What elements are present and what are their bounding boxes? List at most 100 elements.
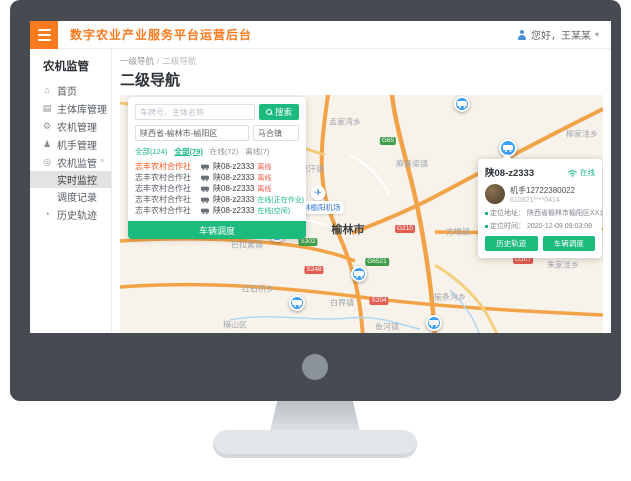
monitor-frame: 数字农业产业服务平台运营后台 您好，王某某 ▾ 农机监管 ⌂首页▤主体库管理⚙农… bbox=[10, 0, 621, 401]
search-button[interactable]: 搜索 bbox=[259, 104, 299, 120]
vehicle-plate: 陕08-z2333 bbox=[213, 172, 254, 183]
map-town-label: 红石桥乡 bbox=[242, 284, 274, 295]
monitor-camera-dot bbox=[302, 354, 328, 380]
popup-address: 陕西省榆林市榆阳区XX公司 bbox=[527, 208, 603, 218]
filter-tab[interactable]: 离线(7) bbox=[245, 146, 269, 157]
map-town-label: 柳家洼乡 bbox=[566, 129, 598, 140]
tractor-icon bbox=[429, 319, 439, 327]
chevron-up-icon: ^ bbox=[100, 158, 111, 167]
map-town-label: 麻黄梁镇 bbox=[396, 159, 428, 170]
bullet-icon bbox=[485, 225, 488, 228]
vehicle-org: 志丰农村合作社 bbox=[135, 183, 197, 194]
map-town-label: 巴拉素镇 bbox=[231, 240, 263, 251]
map-town-label: 横山区 bbox=[223, 320, 247, 331]
breadcrumb: 一级导航/二级导航 bbox=[120, 55, 603, 66]
bullet-icon bbox=[485, 212, 488, 215]
map-canvas[interactable]: G65G210G6521S302S248S204G307孟家湾乡小纪汗镇麻黄梁镇… bbox=[120, 95, 603, 333]
vehicle-org: 志丰农村合作社 bbox=[135, 172, 197, 183]
monitor-stand-neck bbox=[270, 401, 360, 431]
popup-address-row: 定位地址：陕西省榆林市榆阳区XX公司 bbox=[485, 208, 595, 218]
sidebar-item-label: 机手管理 bbox=[57, 137, 97, 152]
sidebar-item-机手管理[interactable]: ♟ 机手管理 bbox=[30, 135, 111, 153]
popup-online-status: 在线 bbox=[580, 167, 595, 178]
app-window: 数字农业产业服务平台运营后台 您好，王某某 ▾ 农机监管 ⌂首页▤主体库管理⚙农… bbox=[30, 21, 611, 333]
vehicle-row[interactable]: 志丰农村合作社 陕08-z2333离线 bbox=[135, 183, 299, 194]
popup-dispatch-button[interactable]: 车辆调度 bbox=[543, 236, 596, 251]
keyword-input[interactable] bbox=[135, 104, 255, 120]
sidebar-item-历史轨迹[interactable]: ◔历史轨迹 bbox=[30, 205, 111, 223]
vehicle-plate: 陕08-z2333 bbox=[213, 194, 254, 205]
user-greeting: 您好，王某某 bbox=[531, 27, 591, 42]
map-town-label: 朱家洼乡 bbox=[547, 260, 579, 271]
vehicle-popup: 陕08-z2333 在线 机手12722380022 bbox=[478, 159, 602, 258]
sidebar-item-主体库管理[interactable]: ▤ 主体库管理 bbox=[30, 99, 111, 117]
vehicle-marker[interactable] bbox=[351, 266, 367, 282]
library-icon: ▤ bbox=[41, 103, 53, 114]
map-town-label: 鱼河镇 bbox=[375, 322, 399, 333]
vehicle-row[interactable]: 志丰农村合作社陕08-z2333在线(正在作业) bbox=[135, 194, 299, 205]
vehicle-status: 离线 bbox=[257, 173, 271, 183]
tractor-icon bbox=[503, 144, 513, 152]
sidebar-item-首页[interactable]: ⌂ 首页 bbox=[30, 81, 111, 99]
operator-icon: ♟ bbox=[41, 139, 53, 150]
driver-id: 610821****0414 bbox=[510, 197, 575, 204]
vehicle-marker[interactable] bbox=[426, 315, 442, 331]
dispatch-button[interactable]: 车辆调度 bbox=[128, 221, 306, 239]
driver-name: 机手12722380022 bbox=[510, 185, 575, 196]
breadcrumb-separator: / bbox=[157, 56, 159, 66]
home-icon: ⌂ bbox=[41, 85, 53, 95]
road-shield: G6521 bbox=[365, 258, 389, 266]
popup-time-row: 定位时间：2020-12-09 09:03:09 bbox=[485, 221, 595, 231]
tractor-icon bbox=[201, 207, 209, 213]
road-shield: G65 bbox=[380, 137, 396, 145]
monitor-icon: ◎ bbox=[41, 157, 53, 168]
map-town-label: 方塌镇 bbox=[446, 227, 470, 238]
road-shield: G210 bbox=[395, 225, 415, 233]
vehicle-row[interactable]: 志丰农村合作社 陕08-z2333离线 bbox=[135, 172, 299, 183]
vehicle-search-panel: 搜索 全部(124)全部(79)在线(72)离线(7) 志丰农村合作社陕08-z… bbox=[128, 97, 306, 239]
sidebar-item-label: 首页 bbox=[57, 83, 77, 98]
breadcrumb-level1[interactable]: 一级导航 bbox=[120, 56, 154, 66]
vehicle-filter-tabs: 全部(124) 全部(79) 在线(72) 离线(7) bbox=[135, 146, 299, 157]
filter-tab[interactable]: 在线(72) bbox=[210, 146, 238, 157]
town-select[interactable] bbox=[253, 125, 299, 141]
region-select[interactable] bbox=[135, 125, 249, 141]
search-icon bbox=[266, 109, 273, 116]
brand-title: 数字农业产业服务平台运营后台 bbox=[70, 26, 252, 43]
vehicle-row[interactable]: 志丰农村合作社陕08-z2333离线 bbox=[135, 161, 299, 172]
hamburger-menu-button[interactable] bbox=[30, 21, 58, 49]
sidebar-menu: ⌂ 首页 ▤ 主体库管理⚙农机管理 ♟ 机手管理◎农机监管^实时监控调度记录◔历史轨迹 bbox=[30, 81, 111, 223]
driver-avatar bbox=[485, 184, 505, 204]
map-town-label: 白界镇 bbox=[330, 298, 354, 309]
monitor-screen: 数字农业产业服务平台运营后台 您好，王某某 ▾ 农机监管 ⌂首页▤主体库管理⚙农… bbox=[30, 21, 611, 333]
breadcrumb-level2: 二级导航 bbox=[162, 56, 196, 66]
app-header: 数字农业产业服务平台运营后台 您好，王某某 ▾ bbox=[30, 21, 611, 49]
vehicle-row[interactable]: 志丰农村合作社陕08-z2333在线(空闲) bbox=[135, 205, 299, 216]
popup-time: 2020-12-09 09:03:09 bbox=[527, 223, 592, 230]
vehicle-marker[interactable] bbox=[289, 295, 305, 311]
history-track-button[interactable]: 历史轨迹 bbox=[485, 236, 538, 251]
sidebar-subitem-实时监控[interactable]: 实时监控 bbox=[30, 171, 111, 188]
vehicle-plate: 陕08-z2333 bbox=[213, 183, 254, 194]
sidebar-item-农机管理[interactable]: ⚙农机管理 bbox=[30, 117, 111, 135]
airport-icon: ✈ bbox=[311, 186, 326, 201]
vehicle-status: 在线(正在作业) bbox=[257, 195, 304, 205]
sidebar-subitem-调度记录[interactable]: 调度记录 bbox=[30, 188, 111, 205]
user-icon bbox=[517, 30, 527, 40]
user-menu[interactable]: 您好，王某某 ▾ bbox=[517, 27, 611, 42]
sidebar-item-label: 主体库管理 bbox=[57, 101, 107, 116]
sidebar-item-label: 历史轨迹 bbox=[57, 207, 97, 222]
sidebar: 农机监管 ⌂首页▤主体库管理⚙农机管理♟机手管理◎农机监管^实时监控调度记录◔历… bbox=[30, 49, 112, 333]
tractor-icon bbox=[201, 174, 209, 180]
sidebar-item-农机监管[interactable]: ◎农机监管^ bbox=[30, 153, 111, 171]
vehicle-list: 志丰农村合作社陕08-z2333离线志丰农村合作社陕08-z2333离线志丰农村… bbox=[135, 161, 299, 216]
road-shield: S248 bbox=[304, 266, 323, 274]
filter-tab[interactable]: 全部(124) bbox=[135, 146, 168, 157]
vehicle-status: 离线 bbox=[257, 184, 271, 194]
filter-tab[interactable]: 全部(79) bbox=[175, 146, 203, 157]
vehicle-status: 离线 bbox=[257, 162, 271, 172]
map-city-label: 榆林市 bbox=[332, 221, 365, 237]
tractor-icon bbox=[292, 299, 302, 307]
vehicle-marker[interactable] bbox=[454, 96, 470, 112]
app-body: 农机监管 ⌂首页▤主体库管理⚙农机管理♟机手管理◎农机监管^实时监控调度记录◔历… bbox=[30, 49, 611, 333]
